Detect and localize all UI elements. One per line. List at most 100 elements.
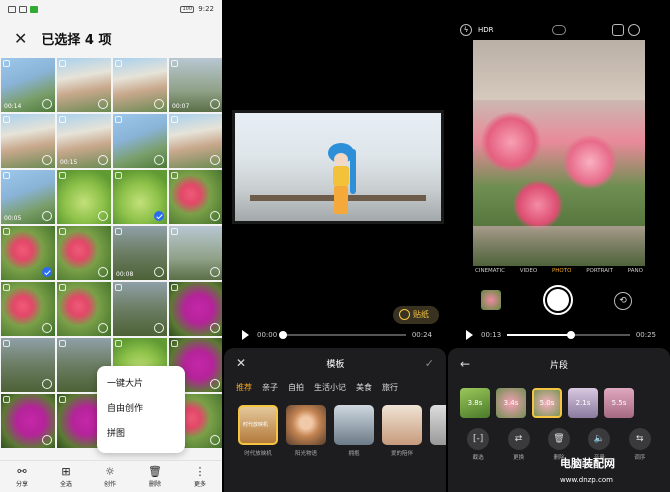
create-button[interactable]: ☼ 创作 [104, 465, 116, 488]
replace-button[interactable]: ⇄ 更换 [507, 428, 530, 461]
more-button[interactable]: ⋮ 更多 [194, 465, 206, 488]
tab-category[interactable]: 美食 [356, 382, 372, 393]
photo-thumbnail[interactable]: 00:14 [1, 58, 55, 112]
camera-mode[interactable]: VIDEO [520, 268, 537, 274]
switch-camera-icon[interactable]: ⟲ [614, 292, 632, 310]
template-thumbnail[interactable] [334, 405, 374, 445]
checkbox-icon[interactable] [42, 99, 52, 109]
progress-knob[interactable] [279, 331, 288, 339]
sticker-button[interactable]: 贴纸 [393, 306, 439, 324]
menu-item[interactable]: 自由创作 [97, 397, 185, 422]
checkbox-icon[interactable] [154, 267, 164, 277]
clip-thumbnail[interactable]: 5.5s [604, 388, 634, 418]
photo-thumbnail[interactable] [169, 114, 222, 168]
photo-thumbnail[interactable]: 00:07 [169, 58, 222, 112]
tab-category[interactable]: 推荐 [236, 382, 252, 393]
photo-thumbnail[interactable] [57, 226, 111, 280]
template-thumbnail[interactable] [430, 405, 446, 445]
camera-mode[interactable]: CINEMATIC [475, 268, 505, 274]
play-icon[interactable] [242, 330, 249, 340]
checkbox-icon[interactable] [154, 323, 164, 333]
clip-thumbnail[interactable]: 2.1s [568, 388, 598, 418]
photo-thumbnail[interactable] [1, 338, 55, 392]
clip-thumbnail[interactable]: 3.8s [460, 388, 490, 418]
share-button[interactable]: ⚯ 分享 [16, 465, 28, 488]
progress-track[interactable] [507, 331, 630, 339]
progress-knob[interactable] [566, 331, 575, 339]
clip-thumbnail[interactable]: 3.4s [496, 388, 526, 418]
tab-category[interactable]: 自拍 [288, 382, 304, 393]
checkbox-icon[interactable] [42, 155, 52, 165]
close-icon[interactable]: ✕ [236, 356, 246, 370]
play-icon[interactable] [466, 330, 473, 340]
menu-item[interactable]: 拼图 [97, 422, 185, 447]
checkbox-icon[interactable] [42, 211, 52, 221]
template-item[interactable]: 爱的陪伴 [382, 405, 422, 457]
tab-category[interactable]: 生活小记 [314, 382, 346, 393]
checkbox-icon[interactable] [98, 323, 108, 333]
photo-thumbnail[interactable] [113, 114, 167, 168]
checkbox-icon[interactable] [42, 435, 52, 445]
gallery-thumbnail[interactable] [481, 290, 501, 310]
photo-thumbnail[interactable] [169, 170, 222, 224]
settings-icon[interactable] [628, 24, 640, 36]
checked-icon[interactable] [42, 267, 52, 277]
checkbox-icon[interactable] [210, 435, 220, 445]
close-icon[interactable]: ✕ [14, 29, 27, 48]
checkbox-icon[interactable] [210, 155, 220, 165]
menu-item[interactable]: 一键大片 [97, 372, 185, 397]
template-thumbnail[interactable] [382, 405, 422, 445]
photo-thumbnail[interactable]: 00:08 [113, 226, 167, 280]
clip-thumbnail[interactable]: 5.0s [532, 388, 562, 418]
checkbox-icon[interactable] [98, 267, 108, 277]
checkbox-icon[interactable] [42, 323, 52, 333]
checkbox-icon[interactable] [210, 323, 220, 333]
shutter-button[interactable] [543, 285, 573, 315]
hdr-label[interactable]: HDR [478, 26, 494, 34]
template-item[interactable]: 拥抱 [334, 405, 374, 457]
checked-icon[interactable] [154, 211, 164, 221]
photo-thumbnail[interactable] [1, 394, 55, 448]
photo-thumbnail[interactable]: 00:05 [1, 170, 55, 224]
checkbox-icon[interactable] [210, 267, 220, 277]
checkbox-icon[interactable] [98, 99, 108, 109]
confirm-icon[interactable]: ✓ [425, 357, 434, 370]
photo-thumbnail[interactable] [57, 170, 111, 224]
checkbox-icon[interactable] [210, 211, 220, 221]
checkbox-icon[interactable] [98, 211, 108, 221]
photo-thumbnail[interactable] [113, 170, 167, 224]
photo-thumbnail[interactable] [1, 114, 55, 168]
photo-thumbnail[interactable] [57, 58, 111, 112]
camera-mode[interactable]: PANO [628, 268, 643, 274]
camera-viewfinder[interactable] [473, 40, 645, 266]
template-thumbnail[interactable] [286, 405, 326, 445]
tab-category[interactable]: 亲子 [262, 382, 278, 393]
filter-icon[interactable] [612, 24, 624, 36]
checkbox-icon[interactable] [154, 99, 164, 109]
photo-thumbnail[interactable] [113, 282, 167, 336]
template-thumbnail[interactable]: 时代放映机 [238, 405, 278, 445]
tab-category[interactable]: 旅行 [382, 382, 398, 393]
template-item[interactable] [430, 405, 446, 457]
checkbox-icon[interactable] [154, 155, 164, 165]
trim-button[interactable]: [-] 截选 [467, 428, 490, 461]
photo-thumbnail[interactable] [1, 226, 55, 280]
select-all-button[interactable]: ⊞ 全选 [60, 465, 72, 488]
template-item[interactable]: 时代放映机 时代放映机 [238, 405, 278, 457]
photo-thumbnail[interactable] [57, 282, 111, 336]
photo-thumbnail[interactable] [1, 282, 55, 336]
video-preview[interactable] [232, 110, 444, 224]
template-item[interactable]: 阳光物语 [286, 405, 326, 457]
checkbox-icon[interactable] [210, 379, 220, 389]
flash-icon[interactable]: ϟ [460, 24, 472, 36]
photo-thumbnail[interactable]: 00:15 [57, 114, 111, 168]
collapse-icon[interactable] [552, 25, 566, 35]
progress-track[interactable] [279, 331, 406, 339]
photo-thumbnail[interactable] [113, 58, 167, 112]
checkbox-icon[interactable] [98, 155, 108, 165]
camera-mode[interactable]: PORTRAIT [586, 268, 613, 274]
checkbox-icon[interactable] [210, 99, 220, 109]
checkbox-icon[interactable] [42, 379, 52, 389]
photo-thumbnail[interactable] [169, 282, 222, 336]
photo-thumbnail[interactable] [169, 226, 222, 280]
